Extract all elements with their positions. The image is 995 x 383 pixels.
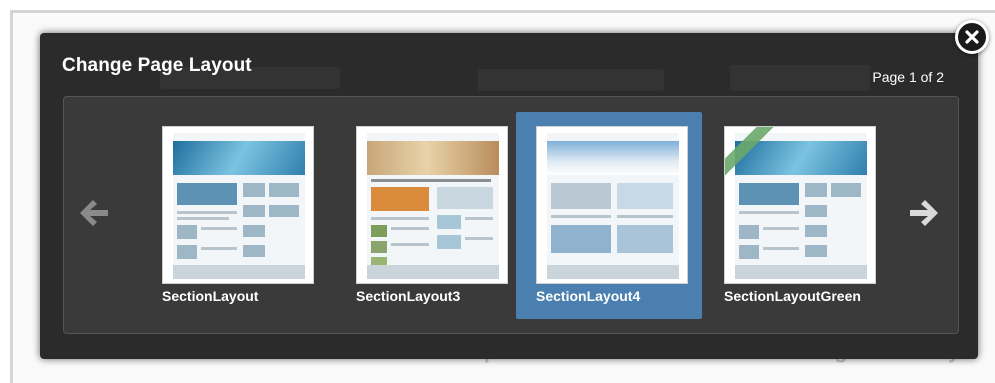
background-ghost-button [478, 69, 664, 91]
close-icon[interactable] [955, 20, 989, 54]
layout-option-sectionlayout[interactable]: SectionLayout [142, 112, 328, 319]
layout-thumbnail [536, 126, 688, 284]
layout-option-sectionlayoutgreen[interactable]: SectionLayoutGreen [704, 112, 890, 319]
layout-label: SectionLayout [162, 288, 259, 304]
layout-label: SectionLayoutGreen [724, 288, 861, 304]
page-indicator: Page 1 of 2 [872, 69, 944, 85]
arrow-right-icon[interactable] [904, 193, 944, 233]
layout-thumbnail [162, 126, 314, 284]
layout-label: SectionLayout4 [536, 288, 641, 304]
change-layout-modal: Change Page Layout Page 1 of 2 SectionLa… [40, 33, 978, 359]
background-ghost-bar [730, 65, 870, 91]
layout-thumbnail [356, 126, 508, 284]
layout-thumbnail [724, 126, 876, 284]
layout-option-sectionlayout3[interactable]: SectionLayout3 [336, 112, 522, 319]
modal-title: Change Page Layout [62, 55, 252, 76]
layout-label: SectionLayout3 [356, 288, 461, 304]
layout-option-sectionlayout4[interactable]: SectionLayout4 [516, 112, 702, 319]
arrow-left-icon[interactable] [74, 193, 114, 233]
layout-carousel: SectionLayout SectionLayout3 SectionLayo… [63, 96, 959, 334]
